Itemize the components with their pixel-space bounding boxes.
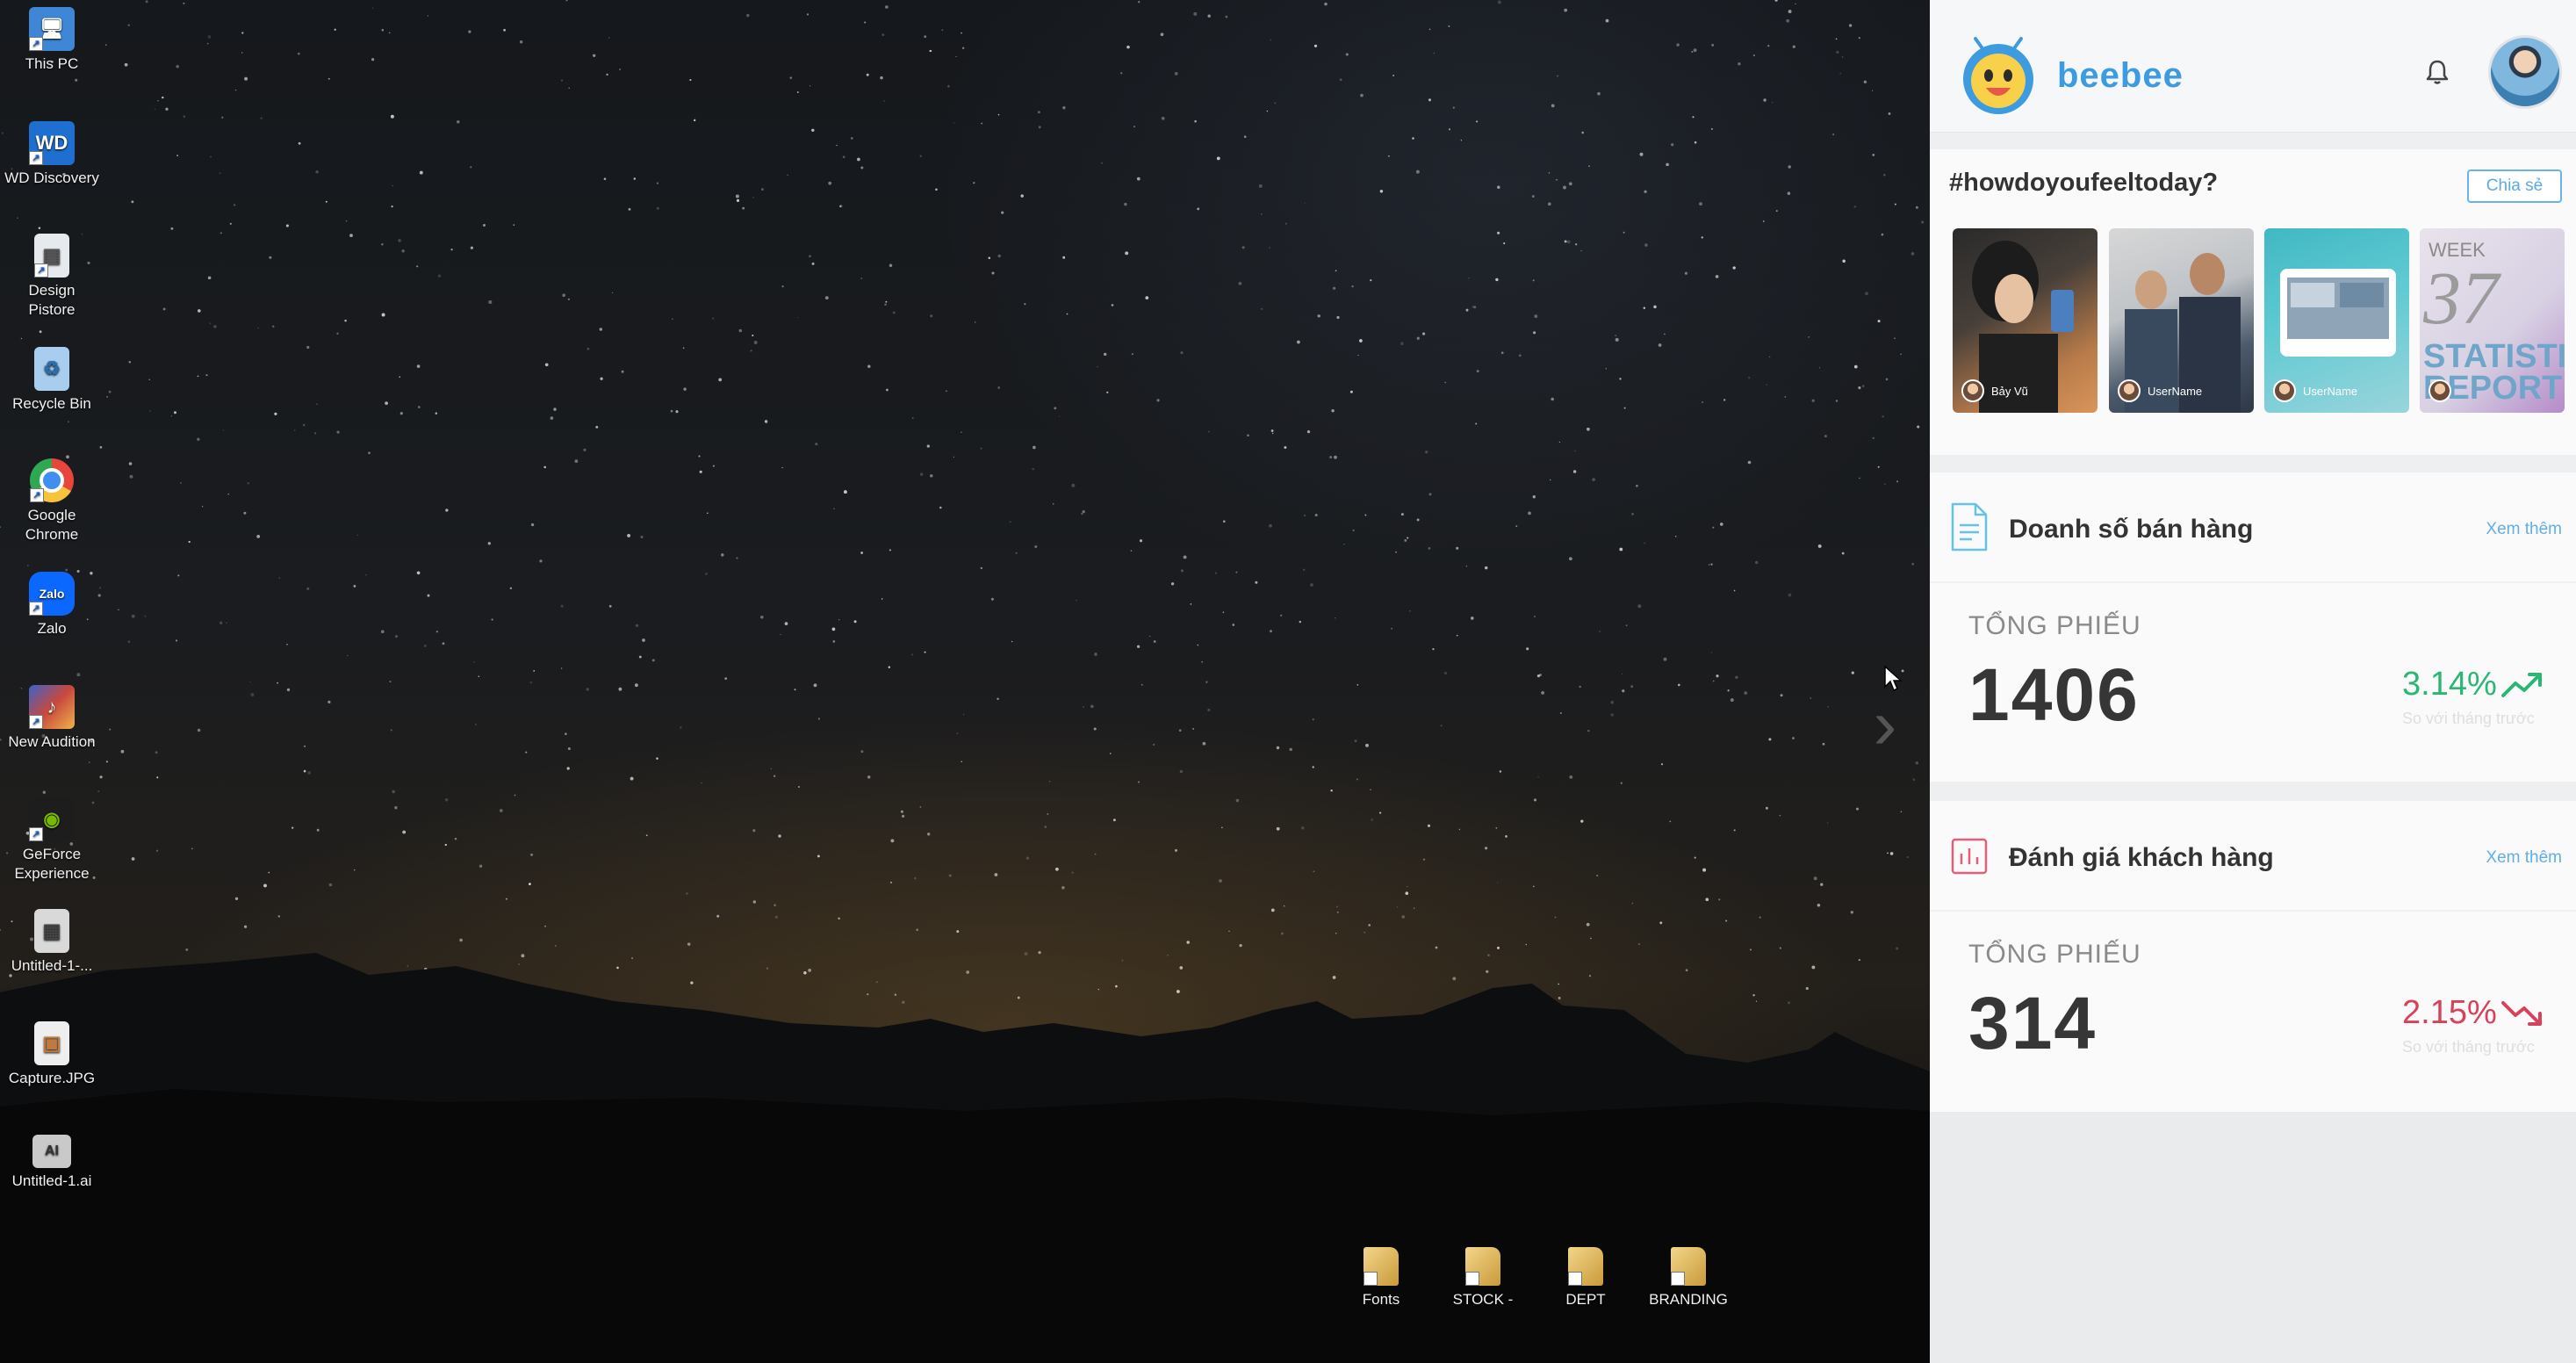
story-user-name: UserName: [2303, 384, 2358, 398]
desktop-icon-wd-discovery[interactable]: WD ↗ WD Discovery: [4, 121, 100, 188]
desktop-icon-recycle-bin[interactable]: ♻ Recycle Bin: [4, 347, 100, 414]
reviews-card-header: Đánh giá khách hàng Xem thêm: [1930, 801, 2576, 912]
folder-shortcut-icon: [1568, 1247, 1603, 1286]
desktop-icon-label: WD Discovery: [4, 169, 99, 186]
desktop-icon-label: Capture.JPG: [8, 1070, 96, 1086]
story-week-number: 37: [2423, 256, 2499, 340]
document-icon: ▤ ↗: [34, 234, 69, 278]
desktop-icon-label: New Audition: [8, 733, 96, 750]
geforce-icon: ◉ ↗: [29, 797, 75, 841]
file-icon: ▦: [34, 909, 69, 953]
folder-fonts[interactable]: Fonts: [1333, 1247, 1429, 1309]
reviews-subtitle: TỔNG PHIẾU: [1968, 940, 2141, 969]
folder-label: STOCK -: [1452, 1291, 1514, 1308]
desktop-icon-label: Google Chrome: [25, 507, 79, 543]
document-icon: [1951, 502, 1988, 552]
story-user: [2428, 379, 2458, 402]
desktop-icon-new-audition[interactable]: ♪ ↗ New Audition: [4, 685, 100, 752]
wd-icon: WD ↗: [29, 121, 75, 165]
reviews-value: 314: [1968, 982, 2097, 1064]
story-card[interactable]: Bảy Vũ: [1953, 228, 2097, 413]
audition-icon: ♪ ↗: [29, 685, 75, 729]
folder-shortcut-icon: [1364, 1247, 1399, 1286]
folder-label: DEPT: [1565, 1291, 1606, 1308]
desktop-icon-google-chrome[interactable]: ↗ Google Chrome: [4, 458, 100, 544]
ai-file-icon: AI: [32, 1135, 71, 1168]
chrome-icon: ↗: [30, 458, 74, 502]
story-user: Bảy Vũ: [1961, 379, 2028, 402]
panel-empty-area: [1930, 1112, 2576, 1363]
story-card[interactable]: UserName: [2264, 228, 2409, 413]
story-user-name: Bảy Vũ: [1991, 384, 2028, 398]
trend-down-icon: [2501, 1001, 2542, 1026]
recycle-bin-icon: ♻: [34, 347, 69, 391]
story-user-avatar: [2118, 379, 2141, 402]
desktop-icon-label: Recycle Bin: [12, 395, 91, 412]
desktop-icon-geforce-experience[interactable]: ◉ ↗ GeForce Experience: [4, 797, 100, 883]
folder-branding[interactable]: BRANDING: [1640, 1247, 1737, 1309]
reviews-note: So với tháng trước: [2402, 1038, 2535, 1056]
desktop-icon-design-pistore[interactable]: ▤ ↗ Design Pistore: [4, 234, 100, 320]
folder-stock[interactable]: STOCK -: [1435, 1247, 1531, 1309]
story-user: UserName: [2118, 379, 2202, 402]
desktop-icon-label: Untitled-1-...: [11, 957, 93, 974]
sales-subtitle: TỔNG PHIẾU: [1968, 611, 2141, 640]
desktop-icon-untitled-ai[interactable]: AI Untitled-1.ai: [4, 1135, 100, 1191]
reviews-card-title: Đánh giá khách hàng: [2009, 843, 2274, 872]
sales-card-title: Doanh số bán hàng: [2009, 515, 2254, 544]
folder-shortcut-icon: [1671, 1247, 1706, 1286]
sales-value: 1406: [1968, 653, 2140, 736]
story-user: UserName: [2273, 379, 2357, 402]
beebee-widget-panel: beebee #howdoyoufeeltoday? Chia sẻ Bảy V…: [1930, 0, 2576, 1363]
app-header: beebee: [1930, 0, 2576, 133]
sales-card-header: Doanh số bán hàng Xem thêm: [1930, 472, 2576, 583]
trend-up-icon: [2501, 673, 2542, 697]
feeling-card: #howdoyoufeeltoday? Chia sẻ Bảy Vũ UserN…: [1930, 149, 2576, 455]
folder-label: Fonts: [1362, 1291, 1400, 1308]
mountain-silhouette: [0, 953, 1930, 1363]
chevron-right-icon[interactable]: ›: [1863, 689, 1907, 760]
desktop: 🖥 ↗ This PC WD ↗ WD Discovery ▤ ↗ Design Pi…: [0, 0, 1930, 1363]
folder-label: BRANDING: [1649, 1291, 1728, 1308]
sales-see-more-link[interactable]: Xem thêm: [2486, 520, 2562, 539]
story-user-avatar: [2273, 379, 2296, 402]
zalo-icon: Zalo ↗: [29, 572, 75, 616]
reviews-see-more-link[interactable]: Xem thêm: [2486, 848, 2562, 868]
app-logo-text[interactable]: beebee: [2057, 56, 2184, 96]
folder-dept[interactable]: DEPT: [1537, 1247, 1634, 1309]
sales-change: 3.14%: [2402, 666, 2497, 703]
mouse-cursor-icon: [1884, 666, 1903, 692]
bell-icon[interactable]: [2421, 56, 2453, 88]
story-card[interactable]: WEEK 37 STATISTI REPORT: [2420, 228, 2565, 413]
sales-card: Doanh số bán hàng Xem thêm TỔNG PHIẾU 14…: [1930, 472, 2576, 782]
folder-shortcut-icon: [1465, 1247, 1500, 1286]
desktop-icon-label: Design Pistore: [28, 282, 76, 318]
desktop-icon-label: Untitled-1.ai: [11, 1172, 92, 1189]
feeling-card-title: #howdoyoufeeltoday?: [1949, 169, 2219, 197]
user-avatar[interactable]: [2488, 35, 2562, 109]
image-file-icon: ▣: [34, 1021, 69, 1065]
story-user-avatar: [2428, 379, 2451, 402]
monitor-icon: 🖥 ↗: [29, 7, 75, 51]
desktop-icon-capture-jpg[interactable]: ▣ Capture.JPG: [4, 1021, 100, 1088]
reviews-change: 2.15%: [2402, 994, 2497, 1031]
sales-note: So với tháng trước: [2402, 710, 2535, 727]
story-user-avatar: [1961, 379, 1984, 402]
story-user-name: UserName: [2148, 384, 2203, 398]
desktop-icon-label: Zalo: [37, 620, 67, 637]
desktop-icon-zalo[interactable]: Zalo ↗ Zalo: [4, 572, 100, 638]
story-card[interactable]: UserName: [2109, 228, 2254, 413]
desktop-icon-label: This PC: [25, 55, 79, 72]
desktop-icon-untitled-psd[interactable]: ▦ Untitled-1-...: [4, 909, 100, 976]
reviews-card: Đánh giá khách hàng Xem thêm TỔNG PHIẾU …: [1930, 801, 2576, 1112]
desktop-icon-label: GeForce Experience: [14, 846, 90, 882]
bee-mascot-icon: [1963, 37, 2033, 114]
bar-chart-icon: [1951, 838, 1988, 875]
share-button[interactable]: Chia sẻ: [2467, 169, 2562, 203]
desktop-icon-this-pc[interactable]: 🖥 ↗ This PC: [4, 7, 100, 74]
